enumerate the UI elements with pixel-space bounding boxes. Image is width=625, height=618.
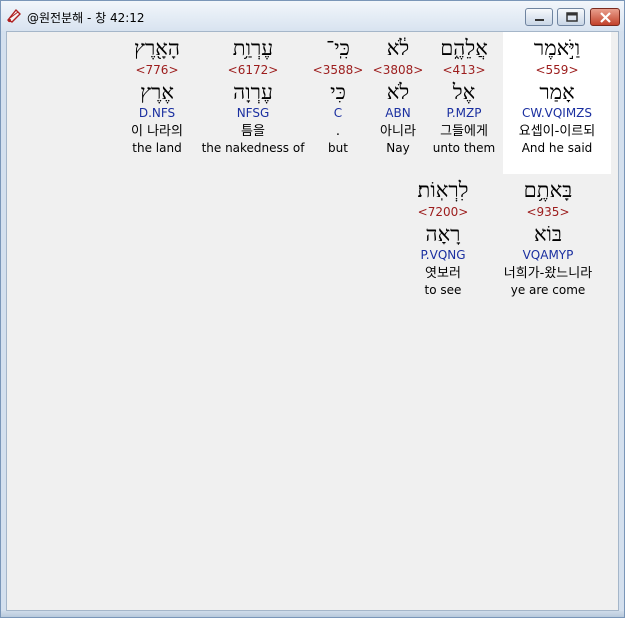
maximize-button[interactable]: [557, 8, 585, 26]
strongs-number[interactable]: <3588>: [309, 63, 367, 77]
hebrew-root: כִּי: [330, 80, 346, 104]
word-cell[interactable]: עֶרְוַ֥ת <6172> עֶרְוָה NFSG 틈을 the nake…: [201, 32, 305, 174]
word-cell[interactable]: וַיֹּ֣אמֶר <559> אָמַר CW.VQIMZS 요셉이-이르되…: [503, 32, 611, 174]
hebrew-root: אֶל: [452, 80, 476, 104]
word-cell[interactable]: בָּאתֶ֥ם <935> בּוֹא VQAMYP 너희가-왔느니라 ye …: [491, 174, 605, 316]
hebrew-root: רָאָה: [425, 222, 461, 246]
morphology-code: ABN: [385, 106, 411, 120]
hebrew-root: בּוֹא: [533, 222, 563, 246]
english-gloss: the land: [132, 141, 182, 155]
hebrew-word: כִּֽי־: [326, 36, 350, 60]
maximize-icon: [566, 12, 578, 22]
close-button[interactable]: [590, 8, 620, 26]
english-gloss: unto them: [432, 141, 496, 155]
strongs-number[interactable]: <935>: [491, 205, 605, 219]
hebrew-root: עֶרְוָה: [233, 80, 273, 104]
word-cell[interactable]: לֹ֔א <3808> לֹא ABN 아니라 Nay: [369, 32, 427, 174]
korean-gloss: 그들에게: [440, 124, 488, 139]
hebrew-word: לֹ֔א: [386, 36, 410, 60]
english-gloss: but: [328, 141, 348, 155]
morphology-code: C: [333, 106, 343, 120]
korean-gloss: 요셉이-이르되: [518, 124, 596, 139]
app-icon[interactable]: [6, 8, 22, 24]
hebrew-root: לֹא: [386, 80, 410, 104]
morphology-code: P.MZP: [446, 106, 482, 120]
english-gloss: to see: [424, 283, 462, 297]
hebrew-word: לִרְאֽוֹת׃: [417, 178, 469, 202]
interlinear-pane: וַיֹּ֣אמֶר <559> אָמַר CW.VQIMZS 요셉이-이르되…: [6, 31, 619, 611]
hebrew-root: אֶרֶץ: [140, 80, 174, 104]
english-gloss: the nakedness of: [201, 141, 305, 155]
minimize-button[interactable]: [525, 8, 553, 26]
strongs-number[interactable]: <559>: [503, 63, 611, 77]
korean-gloss: 아니라: [380, 124, 416, 139]
strongs-number[interactable]: <7200>: [399, 205, 487, 219]
english-gloss: And he said: [521, 141, 593, 155]
morphology-code: P.VQNG: [420, 248, 466, 262]
word-cell[interactable]: אֲלֵהֶ֑ם <413> אֶל P.MZP 그들에게 unto them: [431, 32, 497, 174]
morphology-code: NFSG: [236, 106, 270, 120]
morphology-code: D.NFS: [138, 106, 176, 120]
hebrew-word: הָאָ֖רֶץ: [134, 36, 180, 60]
korean-gloss: 너희가-왔느니라: [503, 266, 593, 281]
korean-gloss: .: [335, 124, 341, 139]
korean-gloss: 틈을: [241, 124, 265, 139]
strongs-number[interactable]: <413>: [431, 63, 497, 77]
title-bar[interactable]: @원전분해 - 창 42:12: [1, 1, 624, 31]
window-bottom-border: [1, 611, 624, 617]
english-gloss: ye are come: [510, 283, 586, 297]
strongs-number[interactable]: <776>: [117, 63, 197, 77]
hebrew-root: אָמַר: [539, 80, 575, 104]
morphology-code: VQAMYP: [522, 248, 574, 262]
english-gloss: Nay: [386, 141, 410, 155]
hebrew-word: וַיֹּ֣אמֶר: [533, 36, 581, 60]
word-cell[interactable]: לִרְאֽוֹת׃ <7200> רָאָה P.VQNG 엿보러 to se…: [399, 174, 487, 316]
hebrew-word: בָּאתֶ֥ם: [523, 178, 573, 202]
morphology-code: CW.VQIMZS: [521, 106, 593, 120]
hebrew-word: אֲלֵהֶ֑ם: [440, 36, 488, 60]
strongs-number[interactable]: <6172>: [201, 63, 305, 77]
hebrew-word: עֶרְוַ֥ת: [232, 36, 274, 60]
app-window: @원전분해 - 창 42:12 וַיֹּ֣אמֶר <559> אָמַר C…: [0, 0, 625, 618]
word-cell[interactable]: כִּֽי־ <3588> כִּי C . but: [309, 32, 367, 174]
window-title: @원전분해 - 창 42:12: [27, 11, 145, 25]
strongs-number[interactable]: <3808>: [369, 63, 427, 77]
word-cell[interactable]: הָאָ֖רֶץ <776> אֶרֶץ D.NFS 이 나라의 the lan…: [117, 32, 197, 174]
korean-gloss: 이 나라의: [131, 124, 183, 139]
minimize-icon: [535, 19, 544, 21]
close-icon: [600, 12, 611, 23]
korean-gloss: 엿보러: [425, 266, 461, 281]
